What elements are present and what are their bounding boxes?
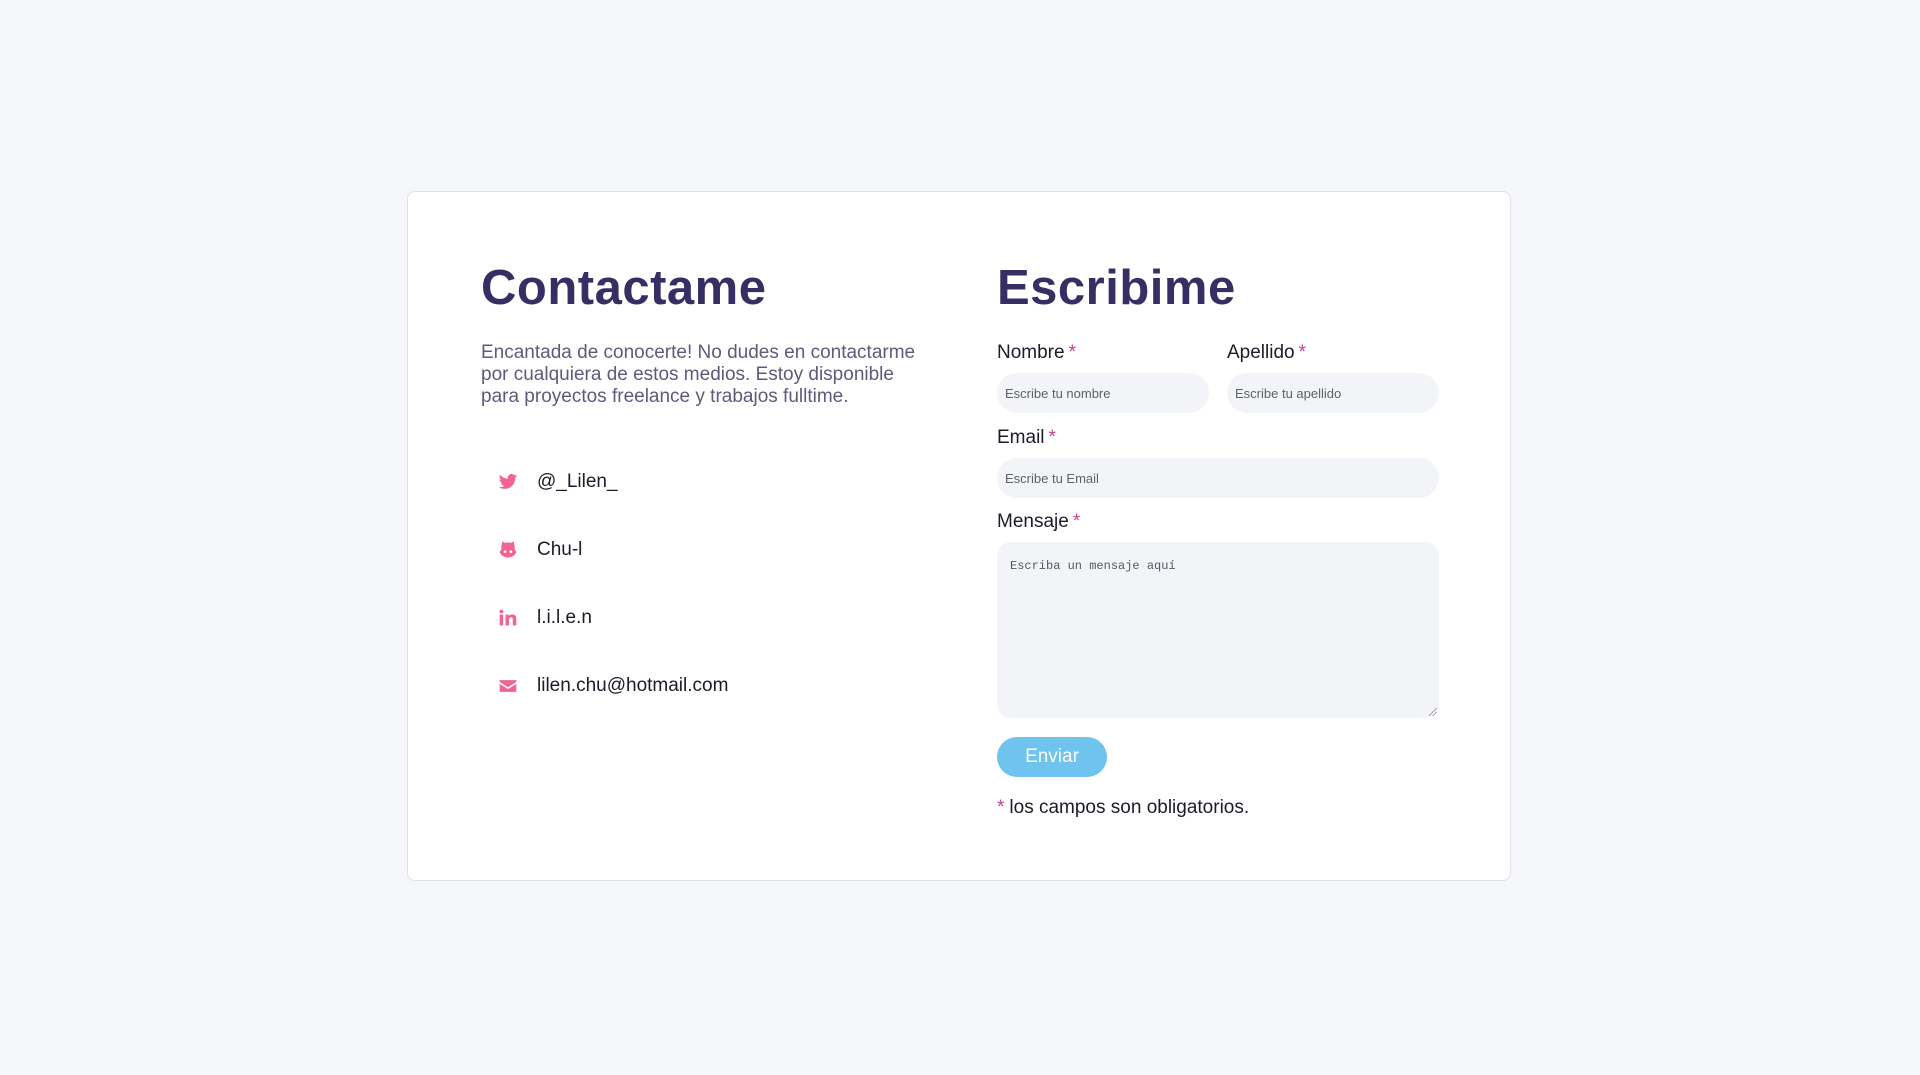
contact-title: Contactame xyxy=(481,261,767,315)
enviar-button[interactable]: Enviar xyxy=(997,737,1107,777)
apellido-label: Apellido * xyxy=(1227,342,1439,364)
contact-item-label: Chu-l xyxy=(537,539,583,560)
required-mark: * xyxy=(1072,511,1081,532)
contact-item-email[interactable]: lilen.chu@hotmail.com xyxy=(481,652,931,720)
contact-intro: Encantada de conocerte! No dudes en cont… xyxy=(481,342,916,407)
required-mark: * xyxy=(1298,342,1307,363)
resize-grip-icon[interactable] xyxy=(1429,708,1437,716)
mensaje-label: Mensaje * xyxy=(997,511,1439,533)
mensaje-textarea[interactable]: Escriba un mensaje aquí xyxy=(997,542,1439,718)
contact-item-github[interactable]: Chu-l xyxy=(481,516,931,584)
contact-section: Contactame Encantada de conocerte! No du… xyxy=(481,260,931,720)
apellido-label-text: Apellido xyxy=(1227,342,1295,363)
contact-card: Contactame Encantada de conocerte! No du… xyxy=(407,191,1511,881)
contact-list: @_Lilen_ Chu-l l.i.l.e.n lilen.chu@hotma… xyxy=(481,448,931,720)
contact-item-linkedin[interactable]: l.i.l.e.n xyxy=(481,584,931,652)
required-mark: * xyxy=(1068,342,1076,363)
email-placeholder: Escribe tu Email xyxy=(1005,470,1099,486)
nombre-label-text: Nombre xyxy=(997,342,1065,363)
github-icon xyxy=(497,539,519,561)
mensaje-label-text: Mensaje xyxy=(997,511,1069,532)
nombre-input[interactable]: Escribe tu nombre xyxy=(997,373,1209,413)
required-mark: * xyxy=(1048,427,1056,448)
twitter-icon xyxy=(497,471,519,493)
email-input[interactable]: Escribe tu Email xyxy=(997,458,1439,498)
contact-item-label: @_Lilen_ xyxy=(537,471,618,492)
nombre-placeholder: Escribe tu nombre xyxy=(1005,385,1111,401)
contact-item-label: lilen.chu@hotmail.com xyxy=(537,675,729,696)
envelope-icon xyxy=(497,675,519,697)
email-label-text: Email xyxy=(997,427,1045,448)
form-title: Escribime xyxy=(997,261,1236,315)
apellido-placeholder: Escribe tu apellido xyxy=(1235,385,1342,401)
mensaje-field: Mensaje * Escriba un mensaje aquí xyxy=(997,511,1439,718)
required-mark: * xyxy=(997,797,1005,818)
nombre-field: Nombre * Escribe tu nombre xyxy=(997,342,1209,413)
email-field: Email * Escribe tu Email xyxy=(997,427,1439,498)
form-section: Escribime Nombre * Escribe tu nombre Apel… xyxy=(997,260,1439,819)
apellido-field: Apellido * Escribe tu apellido xyxy=(1227,342,1439,413)
required-note: * los campos son obligatorios. xyxy=(997,797,1439,819)
email-label: Email * xyxy=(997,427,1439,449)
linkedin-icon xyxy=(497,607,519,629)
name-row: Nombre * Escribe tu nombre Apellido * Escr… xyxy=(997,342,1439,413)
mensaje-placeholder: Escriba un mensaje aquí xyxy=(1010,559,1176,573)
contact-item-label: l.i.l.e.n xyxy=(537,607,592,628)
apellido-input[interactable]: Escribe tu apellido xyxy=(1227,373,1439,413)
contact-item-twitter[interactable]: @_Lilen_ xyxy=(481,448,931,516)
nombre-label: Nombre * xyxy=(997,342,1209,364)
required-note-text: los campos son obligatorios. xyxy=(1009,797,1250,818)
